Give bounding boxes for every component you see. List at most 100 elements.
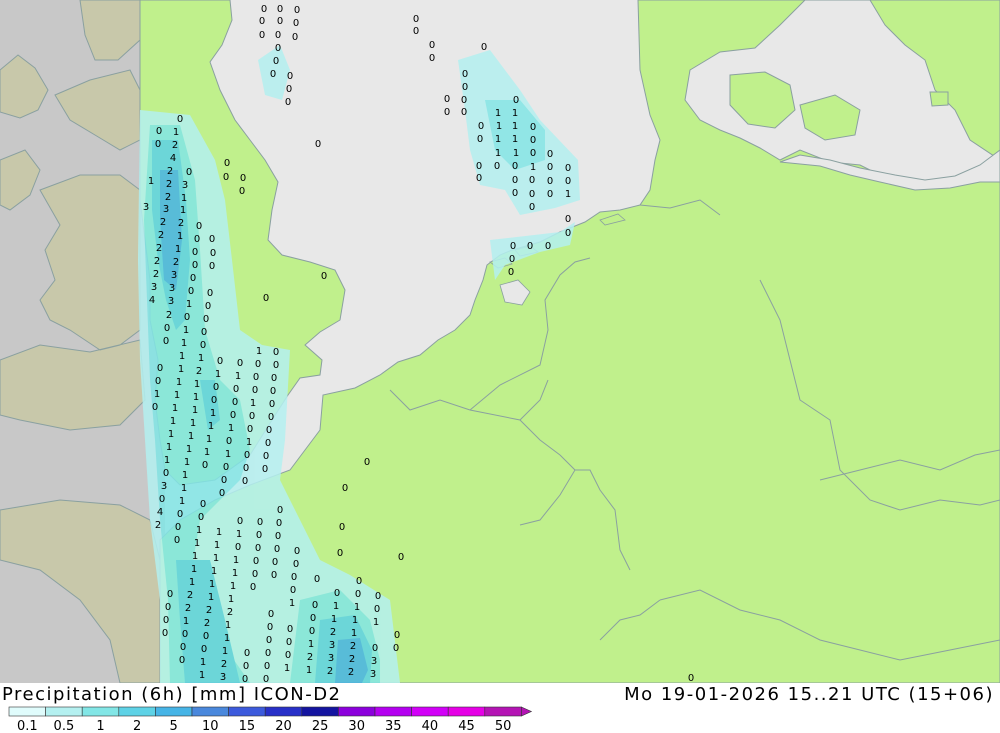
grid-value: 3 <box>371 656 377 667</box>
legend-swatch <box>374 706 412 717</box>
grid-value: 0 <box>271 373 277 384</box>
grid-value: 0 <box>259 16 265 27</box>
grid-value: 0 <box>273 360 279 371</box>
legend-label: 30 <box>348 719 365 733</box>
grid-value: 0 <box>262 464 268 475</box>
legend-swatch <box>191 706 229 717</box>
grid-value: 4 <box>149 295 155 306</box>
grid-value: 0 <box>286 84 292 95</box>
grid-value: 0 <box>175 522 181 533</box>
grid-value: 0 <box>252 385 258 396</box>
grid-value: 0 <box>250 582 256 593</box>
legend-label: 5 <box>170 719 178 733</box>
grid-value: 0 <box>529 202 535 213</box>
grid-value: 2 <box>155 520 161 531</box>
grid-value: 0 <box>565 163 571 174</box>
grid-value: 0 <box>163 468 169 479</box>
legend-swatches <box>8 706 533 717</box>
grid-value: 1 <box>178 364 184 375</box>
grid-value: 0 <box>312 600 318 611</box>
grid-value: 0 <box>375 591 381 602</box>
grid-value: 0 <box>209 234 215 245</box>
grid-value: 0 <box>285 97 291 108</box>
grid-value: 0 <box>242 674 248 683</box>
grid-value: 0 <box>243 463 249 474</box>
grid-value: 2 <box>172 140 178 151</box>
grid-value: 4 <box>170 153 176 164</box>
grid-value: 3 <box>171 270 177 281</box>
grid-value: 1 <box>194 379 200 390</box>
grid-value: 0 <box>256 530 262 541</box>
grid-value: 2 <box>153 269 159 280</box>
grid-value: 1 <box>191 564 197 575</box>
legend-label: 0.1 <box>17 719 38 733</box>
grid-value: 2 <box>166 310 172 321</box>
grid-value: 0 <box>547 162 553 173</box>
grid-value: 0 <box>565 176 571 187</box>
legend-swatch <box>155 706 193 717</box>
grid-value: 0 <box>337 548 343 559</box>
grid-value: 0 <box>292 32 298 43</box>
grid-value: 0 <box>527 241 533 252</box>
grid-value: 0 <box>240 173 246 184</box>
legend-swatch <box>411 706 449 717</box>
grid-value: 0 <box>268 609 274 620</box>
grid-value: 0 <box>287 624 293 635</box>
grid-value: 0 <box>413 14 419 25</box>
legend-label: 20 <box>275 719 292 733</box>
legend-label: 35 <box>385 719 402 733</box>
valid-time-label: Mo 19-01-2026 15..21 UTC (15+06) <box>624 684 994 705</box>
grid-value: 1 <box>208 421 214 432</box>
grid-value: 0 <box>264 661 270 672</box>
grid-value: 2 <box>349 654 355 665</box>
grid-value: 0 <box>210 248 216 259</box>
grid-value: 0 <box>277 16 283 27</box>
grid-value: 0 <box>192 247 198 258</box>
grid-value: 0 <box>203 631 209 642</box>
legend-swatch <box>484 706 522 717</box>
grid-value: 0 <box>223 462 229 473</box>
grid-value: 2 <box>158 230 164 241</box>
grid-value: 1 <box>193 392 199 403</box>
grid-value: 0 <box>233 384 239 395</box>
grid-value: 1 <box>236 529 242 540</box>
grid-value: 1 <box>180 205 186 216</box>
grid-value: 1 <box>230 581 236 592</box>
grid-value: 0 <box>314 574 320 585</box>
grid-value: 0 <box>339 522 345 533</box>
grid-value: 0 <box>275 43 281 54</box>
legend-label: 25 <box>312 719 329 733</box>
grid-value: 0 <box>565 214 571 225</box>
grid-value: 0 <box>462 82 468 93</box>
legend-swatch <box>338 706 376 717</box>
grid-value: 0 <box>309 626 315 637</box>
grid-value: 0 <box>237 358 243 369</box>
grid-value: 0 <box>545 241 551 252</box>
grid-value: 0 <box>263 293 269 304</box>
grid-value: 0 <box>275 30 281 41</box>
legend-swatch <box>81 706 120 717</box>
grid-value: 0 <box>342 483 348 494</box>
grid-value: 3 <box>169 283 175 294</box>
grid-value: 0 <box>177 114 183 125</box>
grid-value: 1 <box>181 338 187 349</box>
grid-value: 1 <box>192 405 198 416</box>
grid-value: 0 <box>321 271 327 282</box>
grid-value: 0 <box>209 261 215 272</box>
grid-value: 0 <box>179 655 185 666</box>
grid-value: 1 <box>512 134 518 145</box>
grid-value: 1 <box>209 579 215 590</box>
grid-value: 3 <box>220 672 226 683</box>
grid-value: 0 <box>192 260 198 271</box>
grid-value: 4 <box>157 507 163 518</box>
grid-value: 2 <box>350 641 356 652</box>
legend-label: 50 <box>495 719 512 733</box>
grid-value: 1 <box>215 369 221 380</box>
grid-value: 1 <box>204 447 210 458</box>
grid-value: 0 <box>273 56 279 67</box>
grid-value: 1 <box>512 108 518 119</box>
grid-value: 0 <box>364 457 370 468</box>
grid-value: 1 <box>513 148 519 159</box>
grid-value: 0 <box>547 189 553 200</box>
legend-labels: 0.1 0.5 1 2 5 10 15 20 25 30 35 40 45 50 <box>17 719 511 733</box>
